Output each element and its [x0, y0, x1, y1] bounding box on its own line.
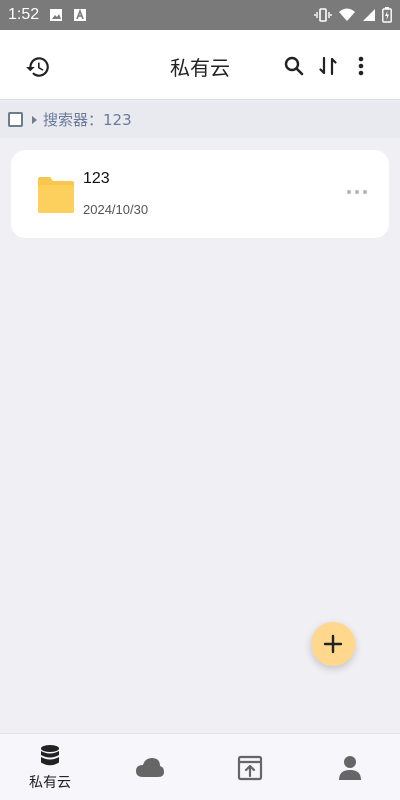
folder-icon: [38, 177, 74, 213]
breadcrumb-path[interactable]: 搜索器：123: [43, 109, 132, 130]
more-horiz-icon: [347, 190, 351, 194]
list-item[interactable]: 123 2024/10/30: [11, 150, 389, 238]
nav-label-private-cloud: 私有云: [29, 774, 71, 791]
status-bar: 1:52: [0, 0, 400, 30]
nav-item-private-cloud[interactable]: 私有云: [0, 734, 100, 800]
battery-icon: [382, 7, 392, 23]
file-date: 2024/10/30: [83, 202, 149, 217]
plus-icon: [323, 634, 343, 654]
nav-item-upload[interactable]: [200, 734, 300, 800]
person-icon: [339, 755, 361, 780]
cloud-icon: [136, 757, 164, 777]
app-notification-icon: [73, 8, 87, 22]
sort-icon: [319, 56, 337, 76]
status-time: 1:52: [8, 6, 40, 23]
sort-button[interactable]: [315, 53, 341, 79]
search-icon: [284, 56, 304, 76]
nav-item-cloud[interactable]: [100, 734, 200, 800]
breadcrumb-arrow-icon: [32, 115, 37, 124]
add-button[interactable]: [311, 622, 355, 666]
app-bar: 私有云: [0, 30, 400, 100]
vibrate-icon: [314, 8, 332, 22]
select-all-checkbox[interactable]: [8, 112, 23, 127]
signal-icon: [362, 8, 376, 22]
more-vert-icon: [358, 56, 364, 76]
search-button[interactable]: [281, 53, 307, 79]
item-more-button[interactable]: [347, 186, 367, 198]
upload-icon: [237, 755, 263, 780]
nav-item-profile[interactable]: [300, 734, 400, 800]
database-icon: [41, 744, 59, 765]
file-name: 123: [83, 170, 110, 187]
wifi-icon: [338, 8, 356, 22]
bottom-nav: 私有云: [0, 733, 400, 800]
breadcrumb: 搜索器：123: [0, 101, 400, 138]
image-notification-icon: [49, 8, 63, 22]
more-options-button[interactable]: [350, 53, 372, 79]
